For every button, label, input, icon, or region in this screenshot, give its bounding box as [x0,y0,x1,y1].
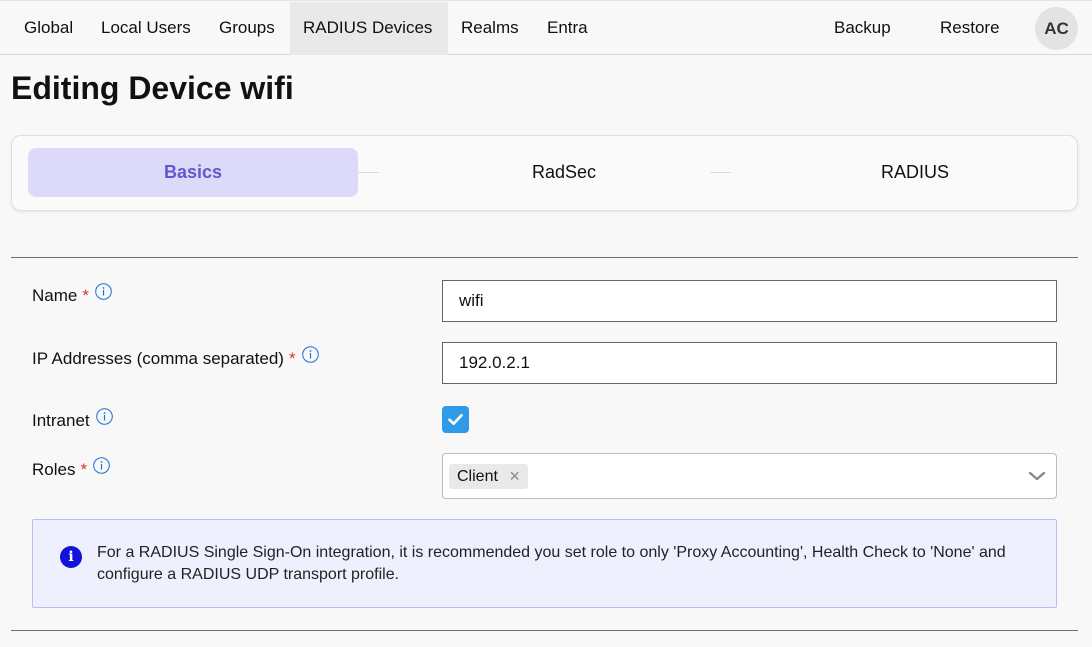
nav-item-realms[interactable]: Realms [448,2,532,55]
avatar[interactable]: AC [1035,7,1078,50]
top-nav: Global Local Users Groups RADIUS Devices… [0,0,1092,55]
step-navigator: Basics RadSec RADIUS [11,135,1078,211]
ip-addresses-input[interactable] [442,342,1057,384]
ip-addresses-label: IP Addresses (comma separated) * [32,346,319,369]
info-notice: i For a RADIUS Single Sign-On integratio… [32,519,1057,608]
chevron-down-icon[interactable] [1028,469,1046,483]
required-mark: * [288,349,296,368]
nav-item-global[interactable]: Global [11,2,86,55]
checkmark-icon [448,414,463,425]
step-connector [710,172,731,173]
restore-button[interactable]: Restore [927,2,1013,55]
intranet-checkbox[interactable] [442,406,469,433]
required-mark: * [82,286,89,305]
step-connector [358,172,379,173]
step-radsec[interactable]: RadSec [399,148,729,197]
info-icon[interactable] [301,346,319,363]
roles-label: Roles * [32,457,110,480]
name-label-text: Name [32,286,78,305]
backup-button[interactable]: Backup [821,2,904,55]
intranet-label-text: Intranet [32,411,90,430]
step-radius[interactable]: RADIUS [750,148,1080,197]
section-divider-bottom [11,630,1078,631]
page-title: Editing Device wifi [11,70,294,106]
intranet-label: Intranet [32,408,113,431]
roles-label-text: Roles [32,460,76,479]
info-icon: i [60,546,82,568]
section-divider-top [11,257,1078,258]
required-mark: * [80,460,88,479]
info-icon[interactable] [95,283,112,300]
name-input[interactable] [442,280,1057,322]
roles-select[interactable]: Client × [442,453,1057,499]
role-chip: Client × [449,464,528,489]
nav-item-entra[interactable]: Entra [534,2,601,55]
nav-item-groups[interactable]: Groups [206,2,288,55]
step-basics[interactable]: Basics [28,148,358,197]
ip-addresses-label-text: IP Addresses (comma separated) [32,349,284,368]
info-icon[interactable] [95,408,113,425]
nav-item-radius-devices[interactable]: RADIUS Devices [290,2,448,55]
notice-text: For a RADIUS Single Sign-On integration,… [97,544,1006,583]
nav-item-local-users[interactable]: Local Users [88,2,204,55]
name-label: Name * [32,283,112,306]
role-chip-label: Client [457,468,498,485]
info-icon[interactable] [93,457,110,474]
remove-role-button[interactable]: × [509,464,520,489]
